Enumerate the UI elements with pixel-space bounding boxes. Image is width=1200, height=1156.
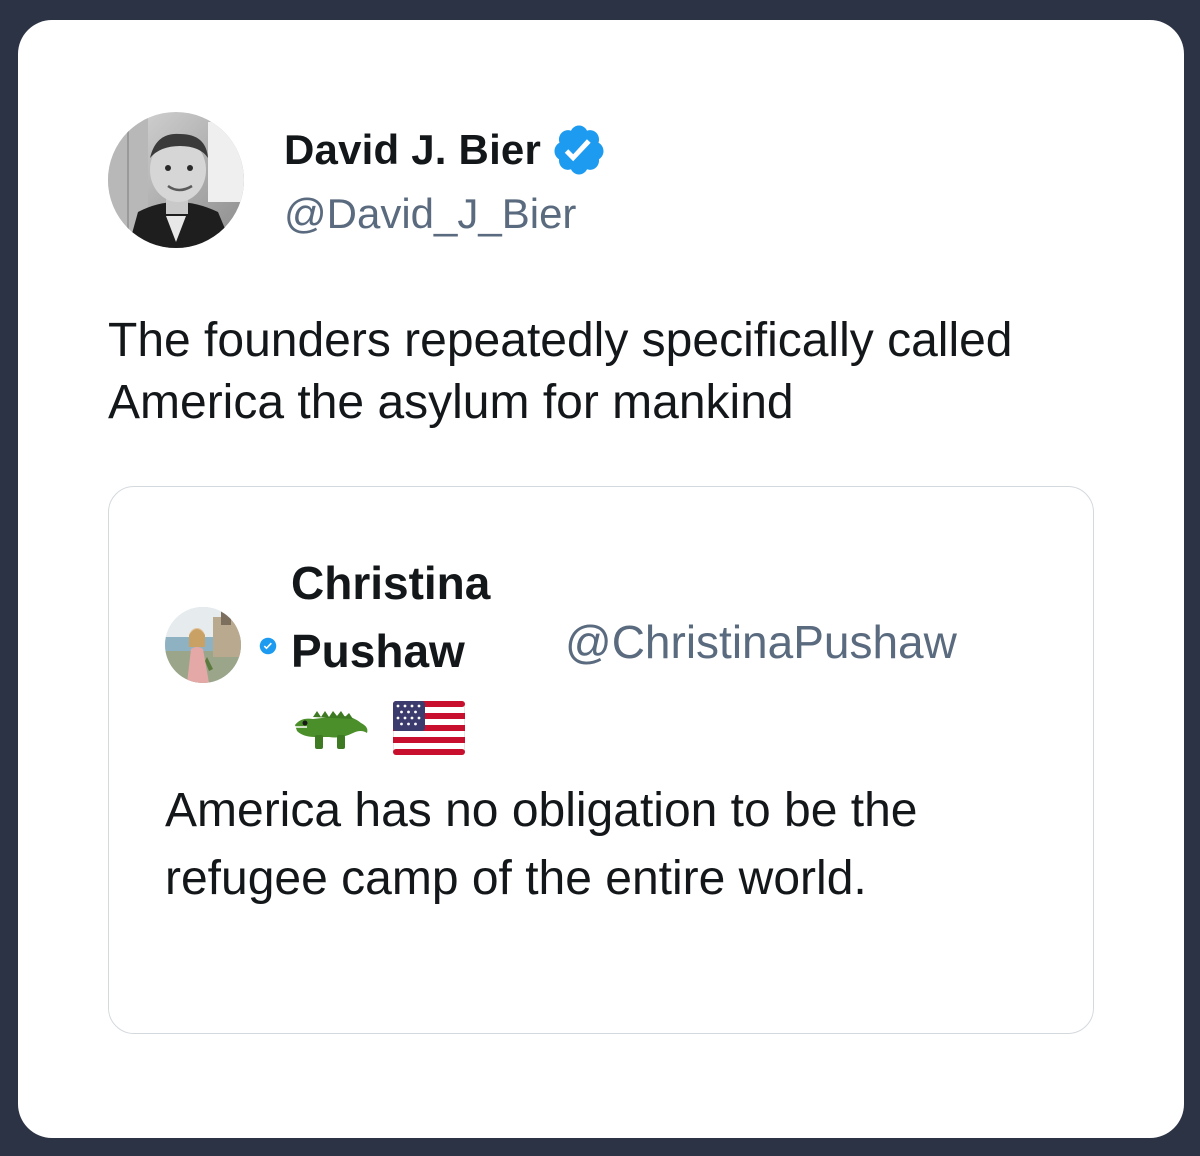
quoted-author-display-name[interactable]: Christina Pushaw — [291, 549, 551, 685]
quoted-tweet[interactable]: Christina Pushaw @ChristinaPushaw Americ… — [108, 486, 1094, 1034]
author-handle[interactable]: @David_J_Bier — [284, 190, 576, 238]
tweet-card: David J. Bier @David_J_Bier The founders… — [18, 20, 1184, 1138]
author-display-name[interactable]: David J. Bier — [284, 126, 541, 174]
crocodile-icon — [291, 703, 371, 753]
quoted-tweet-text: America has no obligation to be the refu… — [165, 784, 918, 905]
avatar-photo-icon — [108, 112, 244, 248]
quoted-verified-badge-icon — [259, 637, 277, 655]
author-name-row: David J. Bier — [284, 122, 607, 178]
verified-badge-icon — [551, 122, 607, 178]
quoted-author-emoji — [291, 700, 466, 756]
quoted-author-handle[interactable]: @ChristinaPushaw — [565, 615, 957, 669]
author-avatar[interactable] — [108, 112, 244, 248]
tweet-text: The founders repeatedly specifically cal… — [108, 314, 1013, 429]
avatar-photo-icon — [165, 607, 241, 683]
quoted-author-avatar[interactable] — [165, 607, 241, 683]
us-flag-icon — [392, 700, 466, 756]
